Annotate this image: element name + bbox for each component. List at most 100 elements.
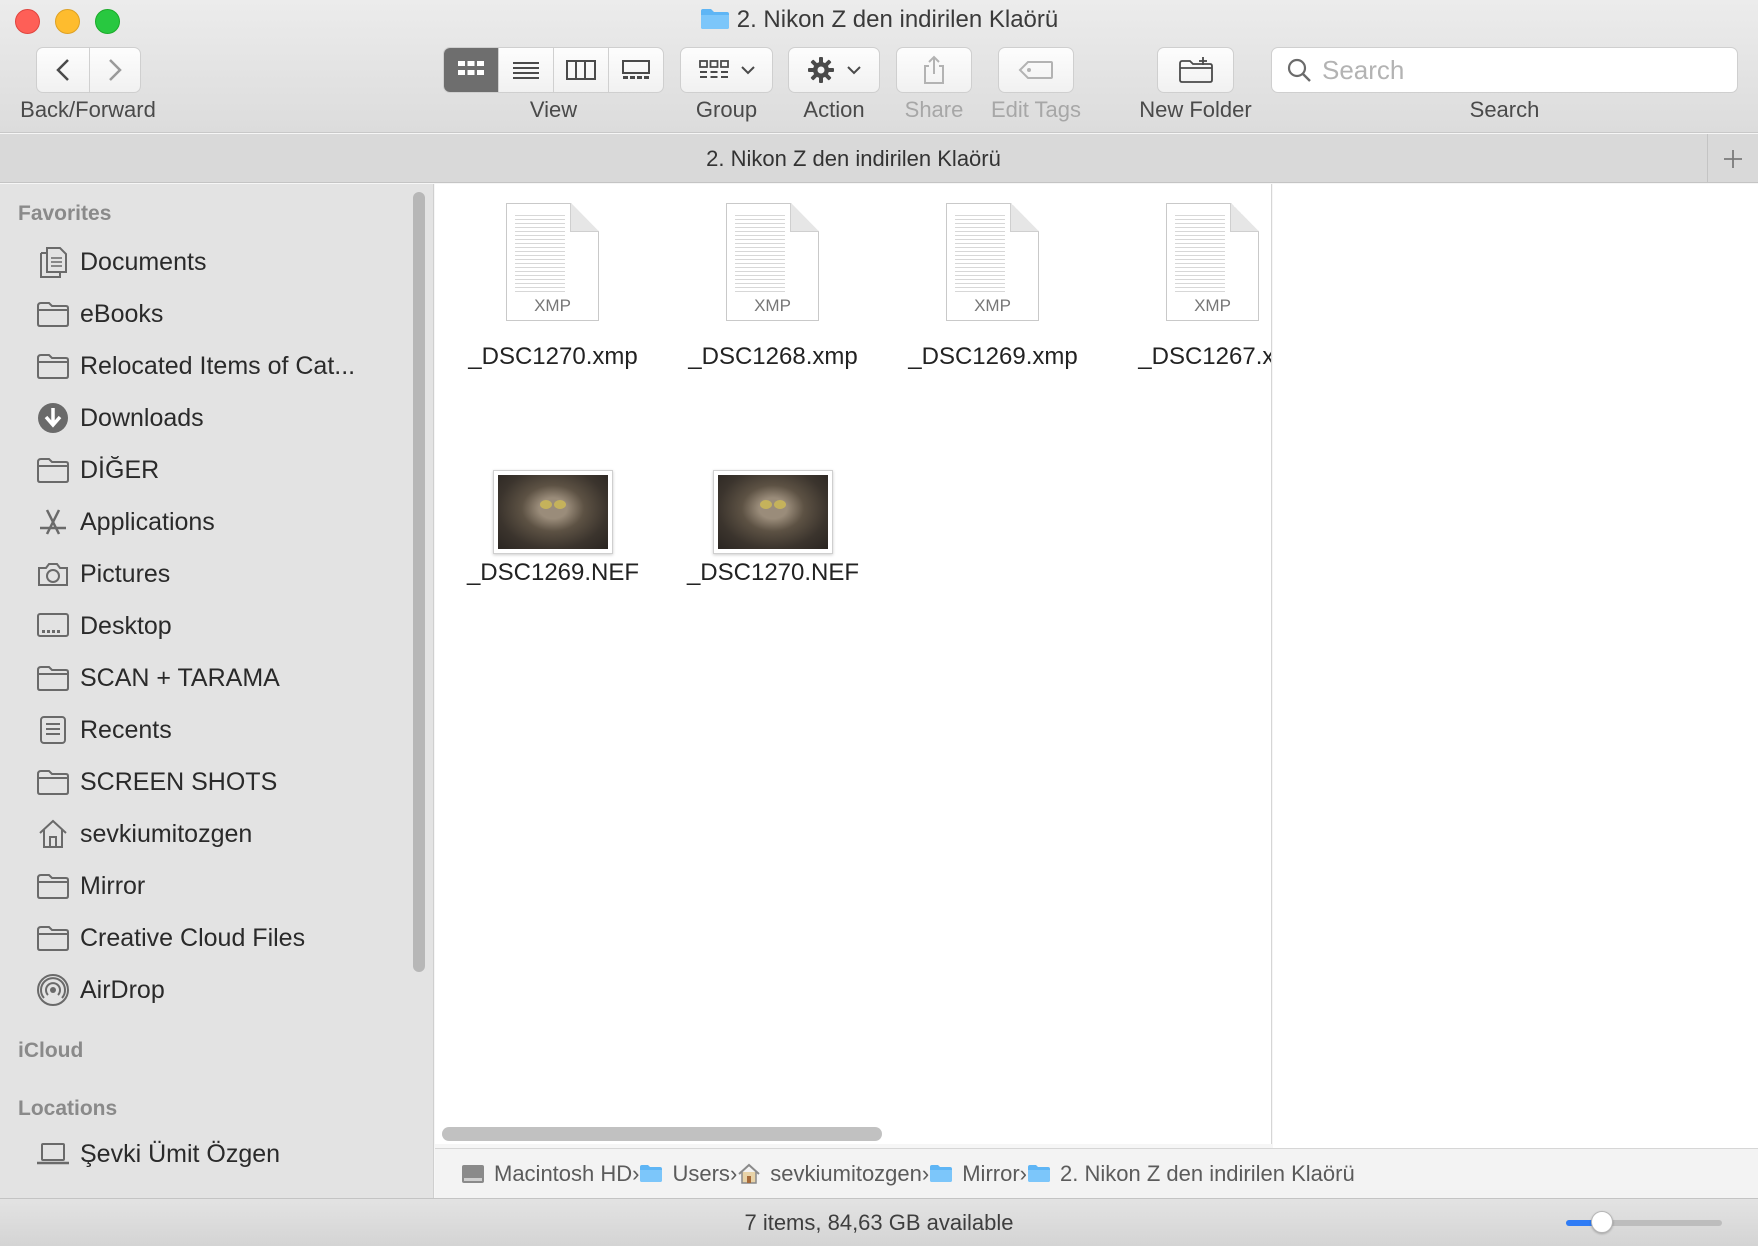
folder-icon: [36, 453, 70, 487]
sidebar-item-documents[interactable]: Documents: [0, 238, 410, 286]
sidebar-scrollbar[interactable]: [413, 192, 425, 972]
folder-icon: [36, 765, 70, 799]
action-button[interactable]: [788, 47, 880, 93]
file-extension-label: XMP: [754, 296, 791, 315]
preview-pane: [1273, 184, 1758, 1148]
share-button[interactable]: [896, 47, 972, 93]
chevron-down-icon: [847, 66, 861, 75]
sidebar-item-label: Desktop: [80, 611, 172, 640]
sidebar-item-applications[interactable]: Applications: [0, 498, 410, 546]
search-icon: [1287, 58, 1311, 82]
tag-icon: [1018, 61, 1053, 79]
sidebar-item-airdrop[interactable]: AirDrop: [0, 966, 410, 1014]
path-separator-icon: ›: [1019, 1160, 1027, 1186]
share-label: Share: [904, 97, 964, 122]
sidebar-item-ebooks[interactable]: eBooks: [0, 290, 410, 338]
horizontal-scrollbar[interactable]: [442, 1127, 882, 1141]
gallery-icon: [622, 60, 650, 79]
group-button[interactable]: [680, 47, 773, 93]
sidebar-item-creative-cloud-files[interactable]: Creative Cloud Files: [0, 914, 410, 962]
sidebar-item-mirror[interactable]: Mirror: [0, 862, 410, 910]
search-field[interactable]: [1271, 47, 1738, 93]
xmp-document-icon: XMP: [946, 203, 1039, 321]
file-extension-label: XMP: [534, 296, 571, 315]
sidebar-item-di-er[interactable]: DİĞER: [0, 446, 410, 494]
path-crumb[interactable]: Macintosh HD: [461, 1161, 632, 1187]
back-button[interactable]: [37, 48, 89, 92]
airdrop-icon: [36, 973, 70, 1007]
folder-icon: [700, 9, 729, 29]
sidebar-item-pictures[interactable]: Pictures: [0, 550, 410, 598]
file-extension-label: XMP: [974, 296, 1011, 315]
column-view-button[interactable]: [553, 48, 608, 92]
desktop-icon: [36, 609, 70, 643]
sidebar-item-label: sevkiumitozgen: [80, 819, 253, 848]
hard-drive-icon: [461, 1163, 485, 1185]
icon-size-slider-knob[interactable]: [1590, 1211, 1613, 1233]
path-crumb[interactable]: Mirror: [929, 1161, 1020, 1187]
view-mode-control: [443, 47, 664, 93]
list-view-button[interactable]: [498, 48, 553, 92]
file-item[interactable]: XMP _DSC1270.xmp: [453, 184, 653, 404]
documents-icon: [36, 245, 70, 279]
recents-icon: [36, 713, 70, 747]
sidebar-item-label: SCAN + TARAMA: [80, 663, 280, 692]
gallery-view-button[interactable]: [608, 48, 663, 92]
sidebar-item-sevkiumitozgen[interactable]: sevkiumitozgen: [0, 810, 410, 858]
plus-icon: [1724, 149, 1742, 168]
sidebar-item-screen-shots[interactable]: SCREEN SHOTS: [0, 758, 410, 806]
sidebar-item-recents[interactable]: Recents: [0, 706, 410, 754]
applications-icon: [36, 505, 70, 539]
icon-size-slider[interactable]: [1566, 1211, 1722, 1233]
search-label: Search: [1469, 97, 1540, 122]
sidebar-item-desktop[interactable]: Desktop: [0, 602, 410, 650]
sidebar-item-label: Creative Cloud Files: [80, 923, 306, 952]
file-item[interactable]: XMP _DSC1268.xmp: [673, 184, 873, 404]
folder-icon: [36, 921, 70, 955]
edit-tags-label: Edit Tags: [990, 97, 1082, 122]
path-crumb[interactable]: sevkiumitozgen: [737, 1161, 922, 1187]
xmp-document-icon: XMP: [506, 203, 599, 321]
sidebar-item-label: DİĞER: [80, 455, 160, 484]
back-forward-label: Back/Forward: [20, 97, 156, 122]
path-crumb[interactable]: Users: [639, 1161, 730, 1187]
icon-view-button[interactable]: [444, 48, 498, 92]
path-separator-icon: ›: [632, 1160, 640, 1186]
sidebar-item-label: AirDrop: [80, 975, 165, 1004]
folder-icon: [1027, 1163, 1051, 1185]
sidebar-item-scan-tarama[interactable]: SCAN + TARAMA: [0, 654, 410, 702]
new-folder-button[interactable]: [1157, 47, 1234, 93]
sidebar-item-downloads[interactable]: Downloads: [0, 394, 410, 442]
path-crumb-label: sevkiumitozgen: [770, 1160, 922, 1186]
share-icon: [924, 55, 944, 84]
camera-icon: [36, 557, 70, 591]
file-name: _DSC1269.NEF: [466, 559, 640, 586]
file-item[interactable]: XMP _DSC1269.xmp: [893, 184, 1093, 404]
new-folder-label: New Folder: [1139, 97, 1252, 122]
locations-heading[interactable]: Locations: [18, 1097, 117, 1121]
path-crumb[interactable]: 2. Nikon Z den indirilen Klaörü: [1027, 1161, 1355, 1187]
icloud-heading[interactable]: iCloud: [18, 1039, 83, 1063]
columns-icon: [566, 60, 596, 80]
sidebar-item-label: Pictures: [80, 559, 171, 588]
edit-tags-button[interactable]: [998, 47, 1074, 93]
hard-drive-icon: [36, 1191, 70, 1198]
sidebar-item-location[interactable]: Şevki Ümit Özgen: [0, 1130, 410, 1178]
folder-icon: [639, 1163, 663, 1185]
sidebar-item-label: Applications: [80, 507, 215, 536]
image-thumbnail: [493, 470, 613, 554]
new-folder-icon: [1178, 57, 1213, 83]
folder-icon: [36, 349, 70, 383]
path-separator-icon: ›: [729, 1160, 738, 1186]
tab-current[interactable]: 2. Nikon Z den indirilen Klaörü: [0, 134, 1707, 183]
back-forward-control: [36, 47, 141, 93]
file-item[interactable]: XMP _DSC1267.xn: [1113, 184, 1271, 404]
file-item[interactable]: _DSC1270.NEF: [673, 408, 873, 628]
search-input[interactable]: [1322, 54, 1722, 86]
forward-button[interactable]: [88, 48, 141, 92]
chevron-left-icon: [55, 59, 69, 81]
sidebar-item-relocated-items-of-cat[interactable]: Relocated Items of Cat...: [0, 342, 410, 390]
new-tab-button[interactable]: [1707, 134, 1758, 183]
folder-icon: [36, 869, 70, 903]
file-item[interactable]: _DSC1269.NEF: [453, 408, 653, 628]
